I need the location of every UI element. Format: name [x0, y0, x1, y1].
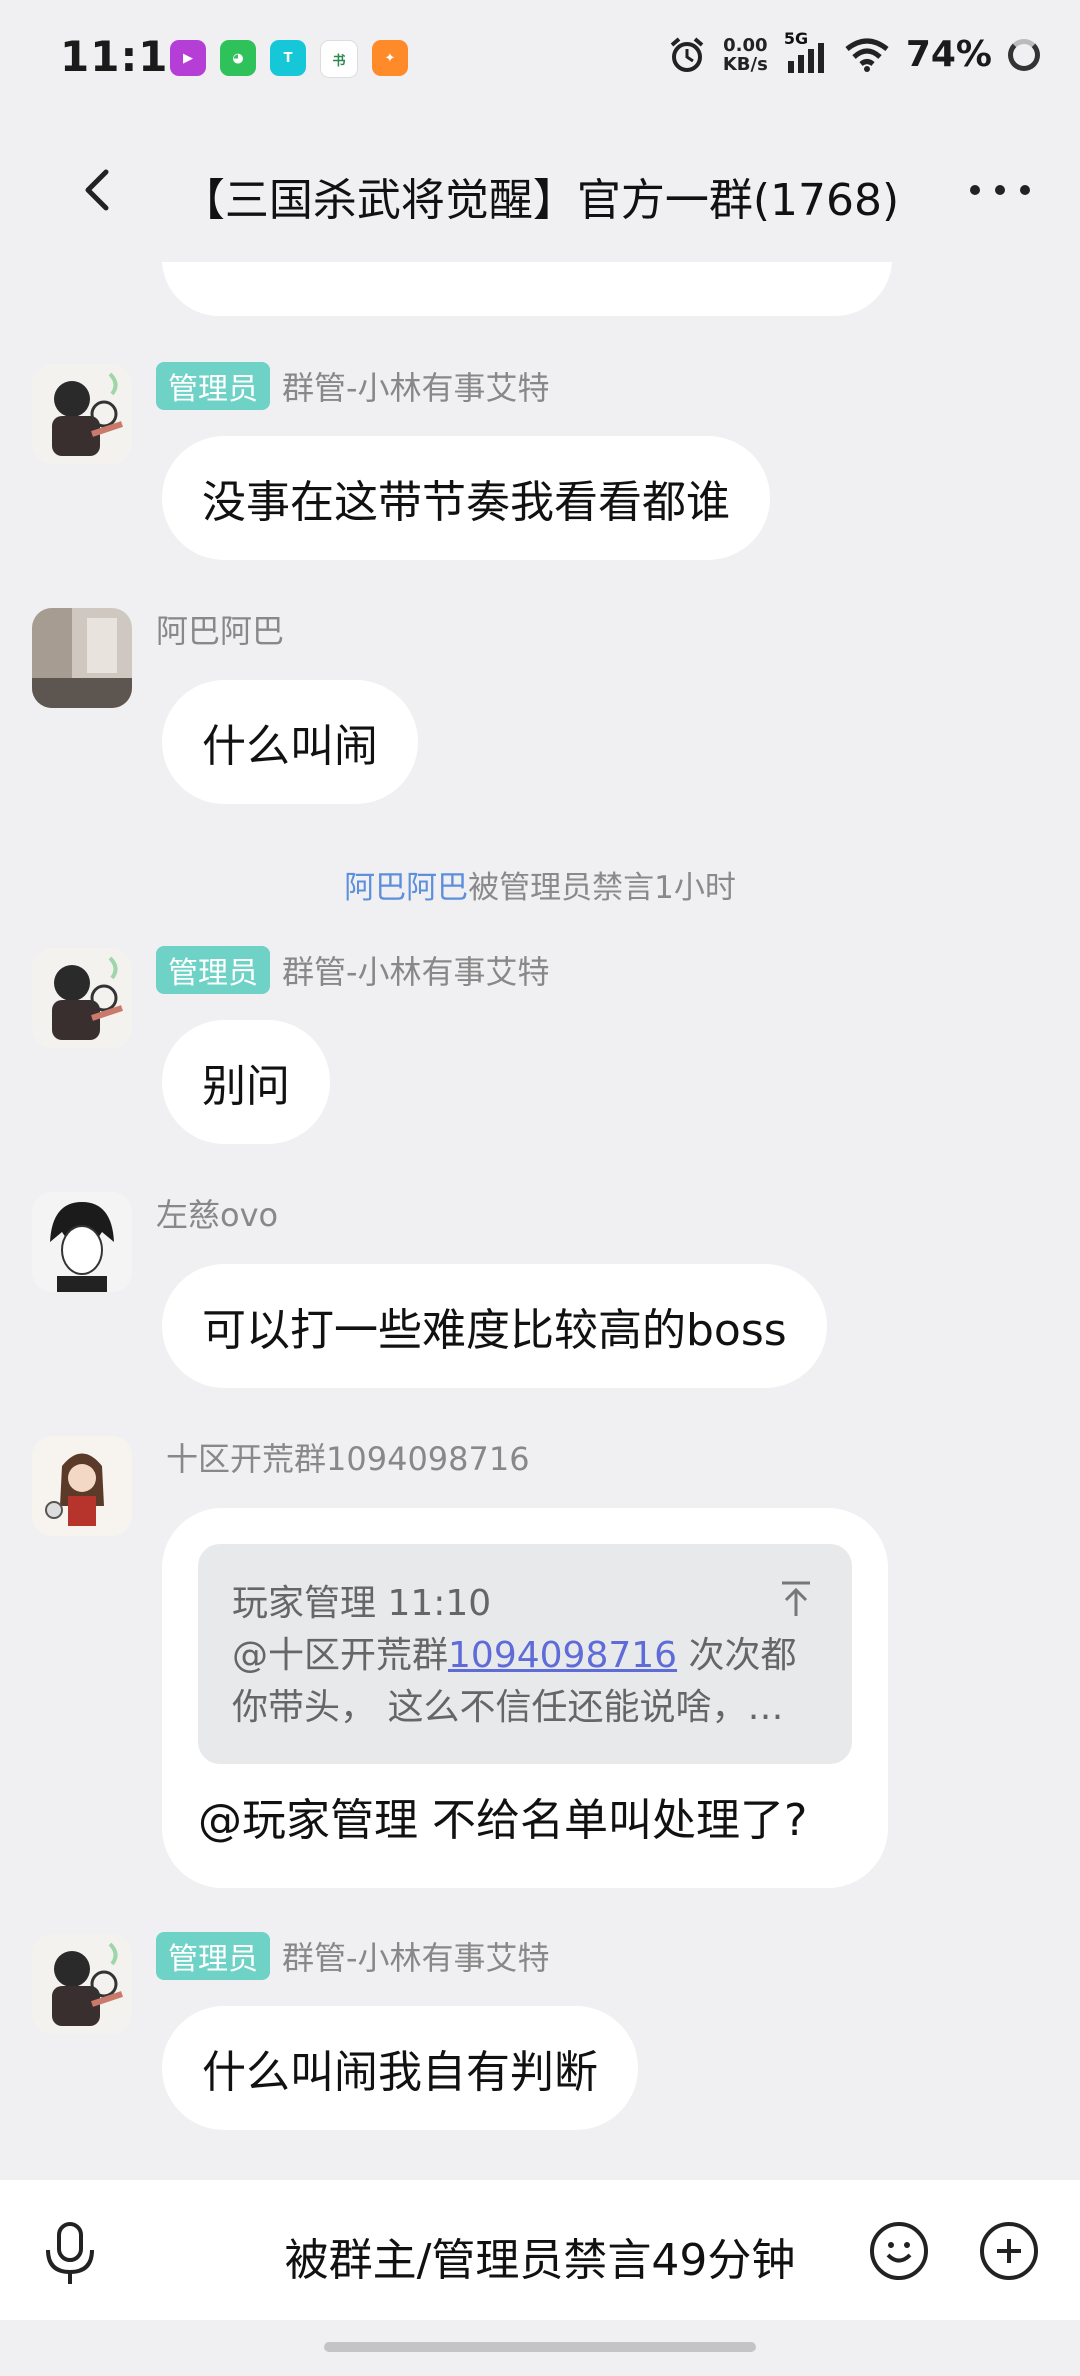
admin-avatar-image [32, 364, 132, 464]
message-sender: 左慈ovo [156, 1190, 278, 1236]
avatar-admin[interactable] [32, 364, 132, 464]
sender-name: 群管-小林有事艾特 [282, 953, 550, 991]
sender-name: 左慈ovo [156, 1196, 279, 1234]
message-text: @玩家管理 不给名单叫处理了? [198, 1795, 808, 1846]
chat-header: 【三国杀武将觉醒】官方一群(1768) [0, 140, 1080, 240]
message-bubble[interactable]: 可以打一些难度比较高的boss [162, 1264, 827, 1388]
avatar-user[interactable] [32, 1436, 132, 1536]
message-bubble[interactable]: 没事在这带节奏我看看都谁 [162, 436, 770, 560]
network-speed-unit: KB/s [722, 53, 768, 75]
reply-message-bubble[interactable]: 玩家管理 11:10 @十区开荒群1094098716 次次都 你带头， 这么不… [162, 1508, 888, 1888]
battery-level: 74% [905, 34, 992, 75]
avatar-user[interactable] [32, 608, 132, 708]
quoted-text: @十区开荒群1094098716 次次都 你带头， 这么不信任还能说啥，… [232, 1630, 797, 1734]
book-app-icon: 书 [320, 40, 358, 78]
admin-badge: 管理员 [156, 946, 270, 994]
home-indicator[interactable] [324, 2342, 756, 2352]
add-attachment-button[interactable] [980, 2222, 1038, 2280]
message-sender: 十区开荒群1094098716 [166, 1434, 530, 1480]
input-bar: 被群主/管理员禁言49分钟 [0, 2180, 1080, 2320]
avatar-admin[interactable] [32, 1934, 132, 2034]
message-bubble[interactable]: 别问 [162, 1020, 330, 1144]
notification-icons: ▶ ◕ T 书 ✦ [170, 40, 408, 78]
admin-avatar-image [32, 948, 132, 1048]
network-speed-value: 0.00 [723, 34, 768, 56]
message-sender: 管理员 群管-小林有事艾特 [156, 362, 550, 410]
sender-name: 群管-小林有事艾特 [282, 369, 550, 407]
more-dot-icon [1020, 185, 1030, 195]
more-dot-icon [995, 185, 1005, 195]
back-arrow-icon[interactable] [70, 162, 126, 218]
taptap-icon: T [270, 40, 306, 76]
video-app-icon: ▶ [170, 40, 206, 76]
emoji-face-icon [886, 2242, 912, 2263]
more-options-button[interactable] [970, 162, 1030, 218]
chibi-avatar-image [32, 1436, 132, 1536]
status-indicators: 0.00 KB/s 5G 74% [667, 29, 1040, 75]
sender-name: 十区开荒群1094098716 [166, 1440, 530, 1478]
system-notice: 阿巴阿巴被管理员禁言1小时 [0, 862, 1080, 907]
message-bubble-partial[interactable] [162, 262, 892, 316]
message-bubble[interactable]: 什么叫闹 [162, 680, 418, 804]
sender-name: 群管-小林有事艾特 [282, 1939, 550, 1977]
message-sender: 管理员 群管-小林有事艾特 [156, 1932, 550, 1980]
more-dot-icon [970, 185, 980, 195]
admin-badge: 管理员 [156, 1932, 270, 1980]
room-photo-avatar-image [32, 608, 132, 708]
signal-bars-icon [787, 42, 824, 73]
quoted-text-line2: 你带头， 这么不信任还能说啥，… [232, 1687, 784, 1728]
game-app-icon: ✦ [372, 40, 408, 76]
emoji-button[interactable] [870, 2222, 928, 2280]
message-sender: 阿巴阿巴 [156, 606, 284, 652]
avatar-user[interactable] [32, 1192, 132, 1292]
admin-badge: 管理员 [156, 362, 270, 410]
quoted-mention: @十区开荒群 [232, 1635, 449, 1676]
wechat-icon: ◕ [220, 40, 256, 76]
alarm-icon [670, 36, 704, 72]
avatar-admin[interactable] [32, 948, 132, 1048]
message-bubble[interactable]: 什么叫闹我自有判断 [162, 2006, 638, 2130]
message-list[interactable]: 管理员 群管-小林有事艾特 没事在这带节奏我看看都谁 阿巴阿巴 什么叫闹 阿巴阿… [0, 262, 1080, 2180]
quoted-text-suffix: 次次都 [677, 1635, 797, 1676]
chat-title: 【三国杀武将觉醒】官方一群(1768) [180, 175, 900, 226]
jump-to-original-icon[interactable] [776, 1578, 816, 1618]
system-notice-text: 被管理员禁言1小时 [468, 870, 736, 906]
wifi-icon [845, 38, 889, 72]
quoted-author-time: 玩家管理 11:10 [232, 1583, 492, 1624]
signal-icon: 5G [784, 29, 828, 75]
quoted-message[interactable]: 玩家管理 11:10 @十区开荒群1094098716 次次都 你带头， 这么不… [198, 1544, 852, 1764]
muted-user-link[interactable]: 阿巴阿巴 [344, 870, 468, 906]
admin-avatar-image [32, 1934, 132, 2034]
quoted-group-number-link[interactable]: 1094098716 [448, 1635, 677, 1676]
battery-icon [1008, 38, 1040, 71]
plus-icon [997, 2239, 1021, 2263]
message-sender: 管理员 群管-小林有事艾特 [156, 946, 550, 994]
anime-boy-avatar-image [32, 1192, 132, 1292]
sender-name: 阿巴阿巴 [156, 612, 285, 650]
network-speed: 0.00 KB/s [723, 36, 768, 74]
status-bar: 11:14 ▶ ◕ T 书 ✦ 0.00 KB/s 5G 74% [0, 0, 1080, 120]
